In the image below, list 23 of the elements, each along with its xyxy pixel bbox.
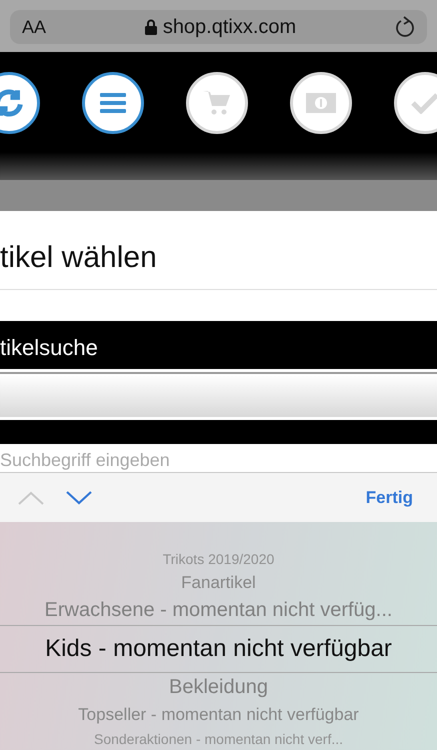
address-bar[interactable]: AA shop.qtixx.com: [10, 10, 427, 44]
reload-icon[interactable]: [395, 16, 415, 38]
picker-option[interactable]: Sonderaktionen - momentan nicht verf...: [0, 728, 437, 750]
text-size-button[interactable]: AA: [22, 16, 46, 38]
menu-icon: [100, 92, 126, 114]
search-field[interactable]: Suchbegriff eingeben: [0, 450, 170, 469]
banknote-icon: [305, 92, 337, 114]
cart-icon: [203, 90, 231, 116]
picker-option[interactable]: Erwachsene - momentan nicht verfüg...: [0, 596, 437, 625]
picker-option[interactable]: Fanartikel: [0, 570, 437, 596]
lock-icon: [144, 19, 157, 35]
chevron-down-icon: [66, 490, 92, 505]
url-text: shop.qtixx.com: [162, 16, 296, 38]
category-select[interactable]: [0, 372, 437, 418]
checkmark-icon: [411, 92, 437, 114]
picker-option[interactable]: Topseller - momentan nicht verfügbar: [0, 702, 437, 728]
chevron-up-icon: [18, 490, 44, 505]
done-button[interactable]: Fertig: [360, 486, 419, 509]
picker-option[interactable]: Trikots 2019/2020: [0, 548, 437, 570]
next-button[interactable]: [66, 490, 92, 505]
section-title: tikelsuche: [0, 335, 98, 360]
picker-option[interactable]: Bekleidung: [0, 673, 437, 702]
picker-option[interactable]: Kids - momentan nicht verfügbar: [0, 625, 437, 673]
